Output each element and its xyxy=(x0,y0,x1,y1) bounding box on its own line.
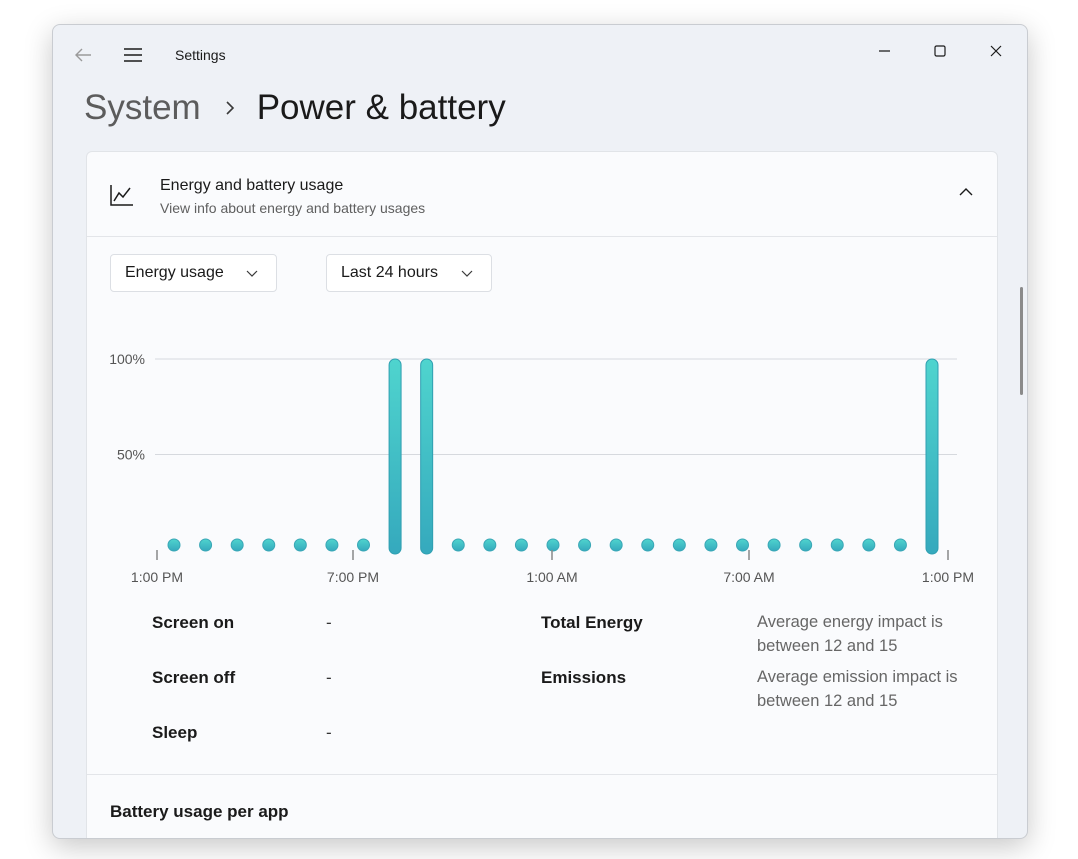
x-tick-label: 7:00 AM xyxy=(723,569,774,585)
chart-bar xyxy=(420,358,434,555)
section-divider xyxy=(87,774,997,775)
window-title: Settings xyxy=(175,47,226,63)
chart-bar xyxy=(199,538,213,552)
total-energy-label: Total Energy xyxy=(541,613,643,632)
screen-on-label: Screen on xyxy=(152,613,235,632)
breadcrumb: System Power & battery xyxy=(84,83,506,133)
back-arrow-icon[interactable] xyxy=(71,44,95,66)
chart-bar xyxy=(546,538,560,552)
maximize-icon[interactable] xyxy=(917,33,963,69)
chart-bar xyxy=(767,538,781,552)
chart-bar xyxy=(325,538,339,552)
chart-bar xyxy=(609,538,623,552)
chart-bar xyxy=(578,538,592,552)
chart-bar xyxy=(388,358,402,555)
card-subtitle: View info about energy and battery usage… xyxy=(160,200,426,216)
usage-type-dropdown[interactable]: Energy usage xyxy=(110,254,277,292)
chart-bar xyxy=(167,538,181,552)
chart-bar xyxy=(483,538,497,552)
y-tick-label: 50% xyxy=(117,447,145,463)
x-tick-label: 1:00 AM xyxy=(526,569,577,585)
chart-bar xyxy=(230,538,244,552)
chart-bar xyxy=(830,538,844,552)
card-title: Energy and battery usage xyxy=(160,177,344,194)
x-tick-label: 1:00 PM xyxy=(922,569,974,585)
hamburger-menu-icon[interactable] xyxy=(121,44,145,66)
sleep-value: - xyxy=(326,723,332,742)
time-range-value: Last 24 hours xyxy=(341,264,438,281)
energy-card-header[interactable]: Energy and battery usage View info about… xyxy=(87,152,997,237)
chevron-right-icon xyxy=(226,101,234,115)
x-tick-label: 7:00 PM xyxy=(327,569,379,585)
time-range-dropdown[interactable]: Last 24 hours xyxy=(326,254,492,292)
screen-on-value: - xyxy=(326,613,332,632)
energy-battery-card: Energy and battery usage View info about… xyxy=(86,151,998,839)
chart-bar xyxy=(893,538,907,552)
screen-off-label: Screen off xyxy=(152,668,236,687)
energy-usage-chart: 100% 50% 1:00 PM 7:00 PM 1:00 AM 7:00 AM 1:00 … xyxy=(109,351,974,585)
usage-type-value: Energy usage xyxy=(125,264,224,281)
chart-bar xyxy=(514,538,528,552)
section-divider-inner xyxy=(110,838,972,839)
breadcrumb-system[interactable]: System xyxy=(84,88,201,128)
minimize-icon[interactable] xyxy=(861,33,907,69)
chart-bar xyxy=(736,538,749,552)
chevron-up-icon[interactable] xyxy=(957,185,975,199)
chevron-down-icon xyxy=(246,270,258,277)
chevron-down-icon xyxy=(461,270,473,277)
chart-bar xyxy=(799,538,813,552)
chart-bar xyxy=(925,358,939,555)
chart-bar xyxy=(672,538,686,552)
total-energy-desc: Average energy impact is between 12 and … xyxy=(757,613,943,655)
screen-off-value: - xyxy=(326,668,332,687)
emissions-desc: Average emission impact is between 12 an… xyxy=(757,668,958,710)
chart-bar xyxy=(451,538,465,552)
chart-bar xyxy=(641,538,655,552)
line-chart-icon xyxy=(110,185,133,206)
battery-usage-per-app-title[interactable]: Battery usage per app xyxy=(110,802,289,822)
chart-bar xyxy=(293,538,307,552)
title-bar: Settings xyxy=(53,25,1027,85)
chart-bar xyxy=(704,538,718,552)
settings-window: Settings System Power & battery Energy a… xyxy=(52,24,1028,839)
x-tick-label: 1:00 PM xyxy=(131,569,183,585)
chart-bar xyxy=(262,538,276,552)
page-title: Power & battery xyxy=(256,88,506,127)
scrollbar-thumb[interactable] xyxy=(1020,287,1023,395)
chart-bar xyxy=(357,538,370,552)
close-icon[interactable] xyxy=(973,33,1019,69)
chart-bar xyxy=(862,538,876,552)
y-tick-label: 100% xyxy=(109,351,145,367)
emissions-label: Emissions xyxy=(541,668,627,687)
sleep-label: Sleep xyxy=(152,723,198,742)
